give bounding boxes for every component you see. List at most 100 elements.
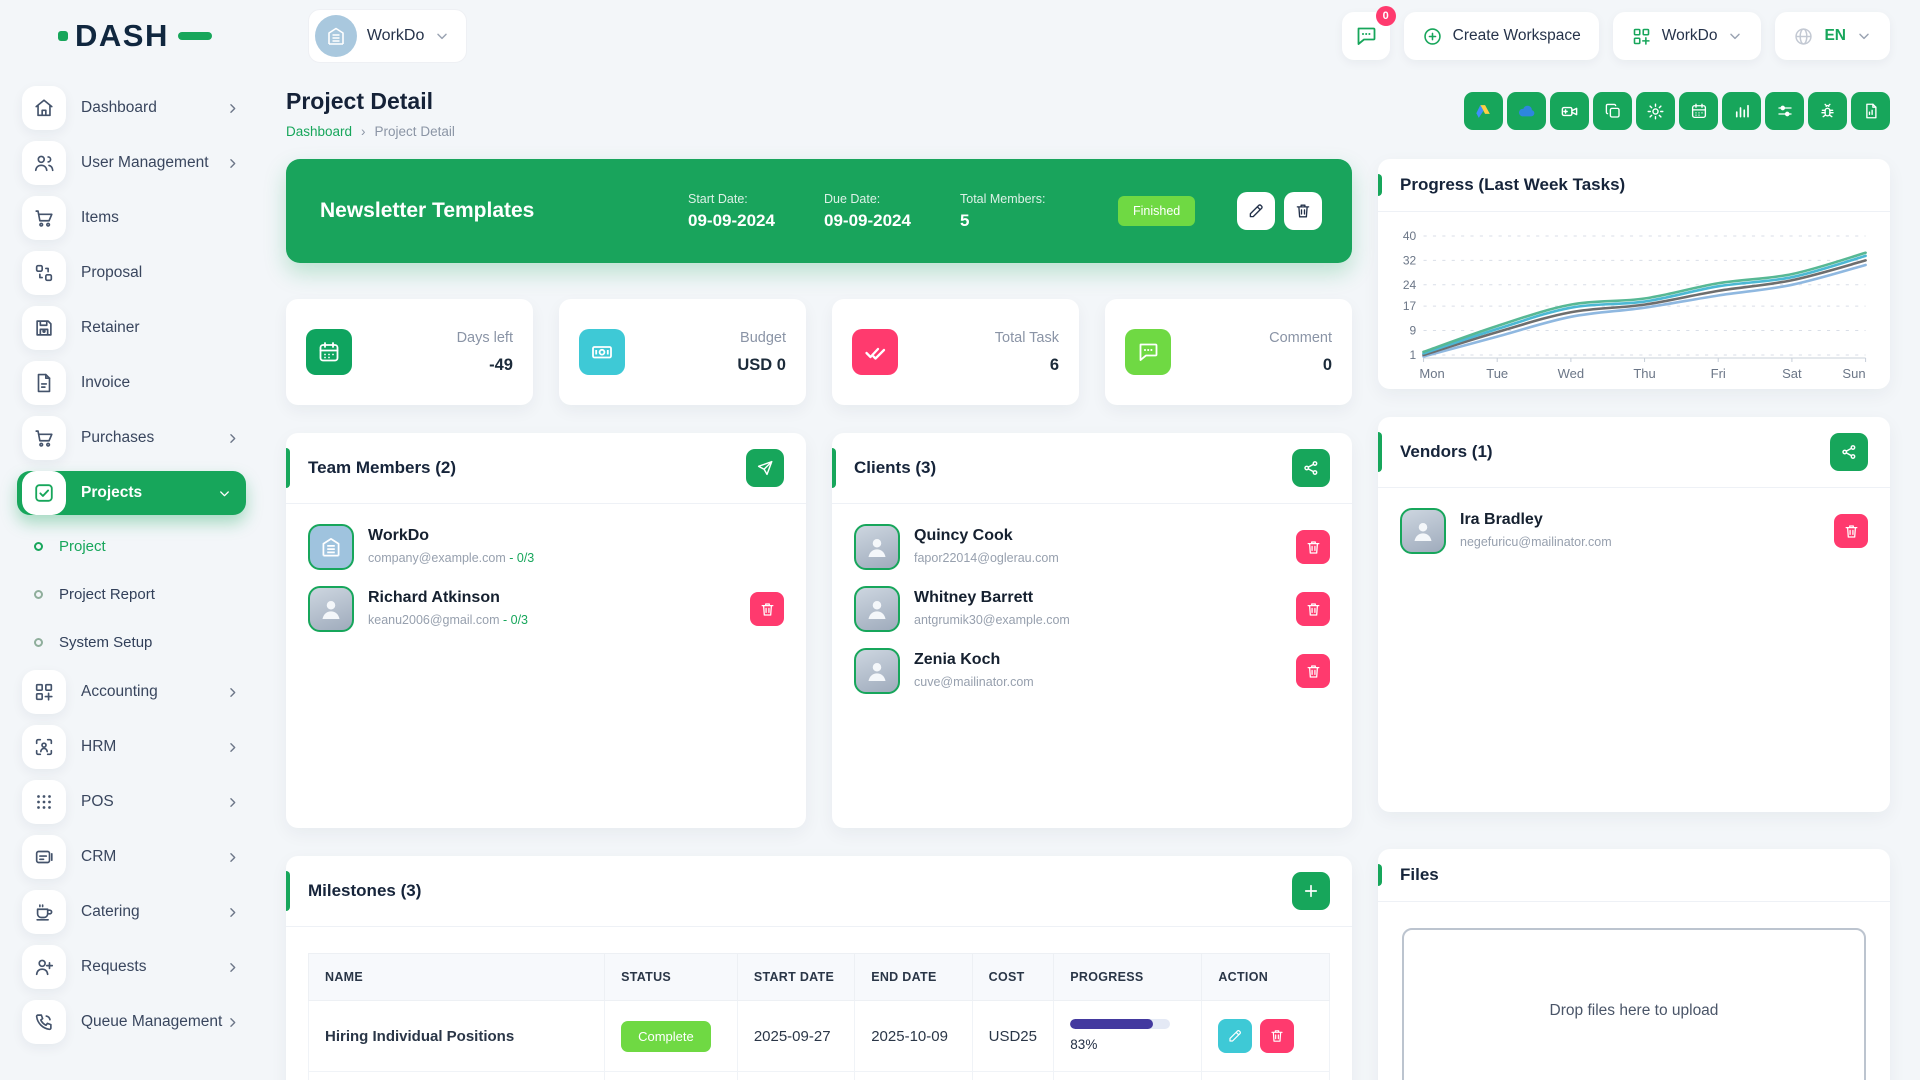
onedrive-button[interactable]	[1507, 92, 1546, 130]
svg-text:17: 17	[1403, 300, 1416, 313]
save-icon	[22, 306, 66, 350]
sidebar-subitem-project[interactable]: Project	[34, 526, 244, 566]
avatar	[854, 648, 900, 694]
sidebar-item-retainer[interactable]: Retainer	[22, 306, 244, 350]
user-plus-icon	[22, 945, 66, 989]
stat-total-task: Total Task6	[832, 299, 1079, 405]
sidebar-item-purchases[interactable]: Purchases	[22, 416, 244, 460]
language-dropdown[interactable]: EN	[1775, 12, 1890, 60]
team-member-row: Richard Atkinson keanu2006@gmail.com - 0…	[308, 586, 784, 632]
edit-project-button[interactable]	[1237, 192, 1275, 230]
swap-grid-icon	[22, 251, 66, 295]
invite-member-button[interactable]	[746, 449, 784, 487]
vendors-card: Vendors (1) Ira Bradley negefuricu@maili…	[1378, 417, 1890, 812]
add-milestone-button[interactable]	[1292, 872, 1330, 910]
workspace-switcher[interactable]: WorkDo	[308, 9, 468, 63]
breadcrumb: Dashboard › Project Detail	[286, 124, 455, 139]
coffee-cup-icon	[22, 890, 66, 934]
chevron-down-icon	[217, 486, 232, 501]
breadcrumb-dashboard-link[interactable]: Dashboard	[286, 124, 352, 139]
sidebar-item-requests[interactable]: Requests	[22, 945, 244, 989]
milestones-card: Milestones (3) NAME STATUS START DATE EN…	[286, 856, 1352, 1080]
sidebar-subitem-project-report[interactable]: Project Report	[34, 574, 244, 614]
bug-report-button[interactable]	[1808, 92, 1847, 130]
main-content: Project Detail Dashboard › Project Detai…	[262, 72, 1920, 1080]
brand-name: DASH	[75, 18, 169, 54]
svg-text:32: 32	[1403, 255, 1416, 268]
file-dropzone[interactable]: Drop files here to upload	[1402, 928, 1866, 1080]
chevron-right-icon	[225, 1015, 240, 1030]
bullet-icon	[34, 638, 43, 647]
team-member-row: WorkDo company@example.com - 0/3	[308, 524, 784, 570]
edit-milestone-button[interactable]	[1218, 1019, 1252, 1053]
delete-milestone-button[interactable]	[1260, 1019, 1294, 1053]
chevron-down-icon	[1727, 28, 1743, 44]
progress-line-chart: 4032241791MonTueWedThuFriSatSun	[1378, 212, 1890, 391]
app-menu-dropdown[interactable]: WorkDo	[1613, 12, 1762, 60]
users-icon	[22, 141, 66, 185]
create-workspace-button[interactable]: Create Workspace	[1404, 12, 1599, 60]
progress-chart-title: Progress (Last Week Tasks)	[1400, 175, 1625, 195]
avatar	[854, 524, 900, 570]
grid-plus-icon	[22, 670, 66, 714]
remove-client-button[interactable]	[1296, 654, 1330, 688]
sidebar-item-pos[interactable]: POS	[22, 780, 244, 824]
share-vendors-button[interactable]	[1830, 433, 1868, 471]
due-date-label: Due Date:	[824, 192, 942, 206]
remove-vendor-button[interactable]	[1834, 514, 1868, 548]
card-icon	[22, 835, 66, 879]
messages-button[interactable]: 0	[1342, 12, 1390, 60]
chevron-right-icon	[225, 795, 240, 810]
svg-text:Tue: Tue	[1486, 366, 1508, 381]
delete-project-button[interactable]	[1284, 192, 1322, 230]
brand-logo: DASH	[58, 18, 212, 54]
chevron-down-icon	[1856, 28, 1872, 44]
calendar-icon	[306, 329, 352, 375]
home-icon	[22, 86, 66, 130]
duplicate-button[interactable]	[1593, 92, 1632, 130]
svg-text:40: 40	[1403, 230, 1417, 243]
report-file-button[interactable]	[1851, 92, 1890, 130]
phone-icon	[22, 1000, 66, 1044]
svg-text:Sat: Sat	[1782, 366, 1802, 381]
chevron-right-icon	[225, 101, 240, 116]
chevron-right-icon	[225, 156, 240, 171]
sidebar-item-items[interactable]: Items	[22, 196, 244, 240]
sidebar-item-dashboard[interactable]: Dashboard	[22, 86, 244, 130]
team-members-title: Team Members (2)	[308, 458, 456, 478]
remove-client-button[interactable]	[1296, 592, 1330, 626]
vendors-title: Vendors (1)	[1400, 442, 1493, 462]
sidebar-item-catering[interactable]: Catering	[22, 890, 244, 934]
stat-cards: Days left-49 BudgetUSD 0 Total Task6 Com…	[286, 299, 1352, 405]
avatar	[854, 586, 900, 632]
svg-text:Fri: Fri	[1711, 366, 1726, 381]
sidebar-item-user-management[interactable]: User Management	[22, 141, 244, 185]
stat-budget: BudgetUSD 0	[559, 299, 806, 405]
settings-button[interactable]	[1636, 92, 1675, 130]
sidebar-item-crm[interactable]: CRM	[22, 835, 244, 879]
sidebar-item-invoice[interactable]: Invoice	[22, 361, 244, 405]
project-status-badge: Finished	[1118, 196, 1195, 226]
start-date-label: Start Date:	[688, 192, 806, 206]
remove-member-button[interactable]	[750, 592, 784, 626]
task-ratio: - 0/3	[509, 551, 534, 565]
app-menu-label: WorkDo	[1662, 27, 1718, 45]
sidebar-subitem-system-setup[interactable]: System Setup	[34, 622, 244, 662]
sidebar-item-queue-management[interactable]: Queue Management	[22, 1000, 244, 1044]
sidebar-item-hrm[interactable]: HRM	[22, 725, 244, 769]
video-meeting-button[interactable]	[1550, 92, 1589, 130]
remove-client-button[interactable]	[1296, 530, 1330, 564]
calendar-button[interactable]	[1679, 92, 1718, 130]
sidebar-item-projects[interactable]: Projects	[17, 471, 246, 515]
page-title: Project Detail	[286, 88, 455, 115]
sliders-button[interactable]	[1765, 92, 1804, 130]
google-drive-button[interactable]	[1464, 92, 1503, 130]
share-clients-button[interactable]	[1292, 449, 1330, 487]
sidebar-item-proposal[interactable]: Proposal	[22, 251, 244, 295]
gantt-chart-button[interactable]	[1722, 92, 1761, 130]
double-check-icon	[852, 329, 898, 375]
workspace-avatar	[315, 15, 357, 57]
sidebar-item-accounting[interactable]: Accounting	[22, 670, 244, 714]
breadcrumb-current: Project Detail	[375, 124, 455, 139]
milestones-table: NAME STATUS START DATE END DATE COST PRO…	[308, 953, 1330, 1080]
